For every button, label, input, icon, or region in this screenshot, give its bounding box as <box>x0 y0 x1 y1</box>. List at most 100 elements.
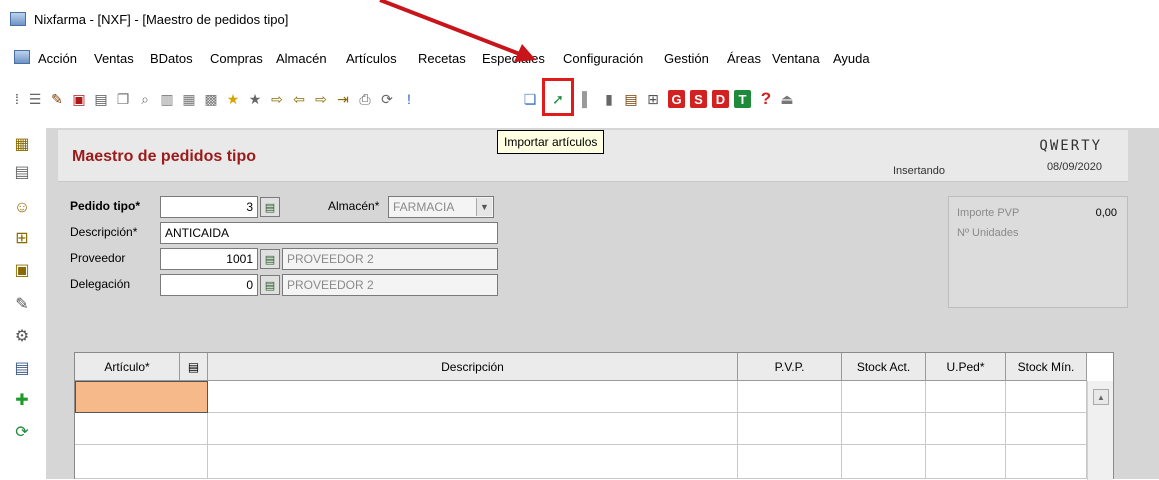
title-bar: Nixfarma - [NXF] - [Maestro de pedidos t… <box>0 0 1159 36</box>
col-articulo[interactable]: Artículo* <box>75 353 180 381</box>
copy-icon[interactable]: ❐ <box>114 90 132 108</box>
folder-icon[interactable]: ▦ <box>12 134 32 154</box>
info-icon[interactable]: ǃ <box>400 90 418 108</box>
pedido-tipo-field[interactable]: 3 <box>160 196 258 218</box>
pen-icon[interactable]: ✎ <box>12 294 32 314</box>
menu-recetas[interactable]: Recetas <box>418 51 466 66</box>
col-uped[interactable]: U.Ped* <box>926 353 1006 381</box>
grid-icon[interactable]: ▩ <box>202 90 220 108</box>
grid-cell[interactable] <box>842 413 926 445</box>
star-add-icon[interactable]: ★ <box>224 90 242 108</box>
menu-articulos[interactable]: Artículos <box>346 51 397 66</box>
date-text: 08/09/2020 <box>1046 161 1102 173</box>
menu-ventas[interactable]: Ventas <box>94 51 134 66</box>
user-icon[interactable]: ☺ <box>12 198 32 218</box>
grid-cell[interactable] <box>75 445 208 479</box>
col-stock-min[interactable]: Stock Mín. <box>1006 353 1087 381</box>
s-button[interactable]: S <box>690 90 707 108</box>
almacen-select[interactable]: FARMACIA ▼ <box>388 196 494 218</box>
print-icon[interactable]: ▤ <box>92 90 110 108</box>
import-icon[interactable]: ⇥ <box>334 90 352 108</box>
d-button[interactable]: D <box>712 90 729 108</box>
menu-accion[interactable]: Acción <box>38 51 77 66</box>
grid-cell[interactable] <box>926 445 1006 479</box>
pharmacy-cross-icon[interactable]: ✚ <box>12 390 32 410</box>
menu-ventana[interactable]: Ventana <box>772 51 820 66</box>
help-button[interactable]: ? <box>757 89 775 108</box>
cart-icon[interactable]: ⊞ <box>644 90 662 108</box>
grid-cell[interactable] <box>1006 413 1087 445</box>
company-name: QWERTY <box>1039 138 1102 154</box>
scroll-up-icon[interactable]: ▲ <box>1093 389 1109 405</box>
grid-cell[interactable] <box>208 381 738 413</box>
list-icon[interactable]: ☰ <box>26 90 44 108</box>
left-sidebar: ▦ ▤ ☺ ⊞ ▣ ✎ ⚙ ▤ ✚ ⟳ <box>0 128 46 479</box>
search-icon[interactable]: ⌕ <box>136 90 154 108</box>
previous-icon[interactable]: ⇦ <box>290 90 308 108</box>
grid-cell[interactable] <box>738 381 842 413</box>
grid-cell-articulo-active[interactable] <box>75 381 208 413</box>
grid-cell[interactable] <box>738 445 842 479</box>
chevron-down-icon[interactable]: ▼ <box>476 198 492 216</box>
grid-cell[interactable] <box>738 413 842 445</box>
menu-almacen[interactable]: Almacén <box>276 51 327 66</box>
printer-icon[interactable]: ⎙ <box>356 90 374 108</box>
menu-areas[interactable]: Áreas <box>727 51 761 66</box>
delete-icon[interactable]: ▣ <box>70 90 88 108</box>
pedido-tipo-label: Pedido tipo* <box>70 199 140 213</box>
next-icon[interactable]: ⇨ <box>312 90 330 108</box>
documents-icon[interactable]: ❏ <box>521 90 539 108</box>
grid-cell[interactable] <box>208 413 738 445</box>
highlight-box <box>542 78 574 116</box>
window-title: Nixfarma - [NXF] - [Maestro de pedidos t… <box>34 12 289 27</box>
menu-compras[interactable]: Compras <box>210 51 263 66</box>
menu-bdatos[interactable]: BDatos <box>150 51 193 66</box>
delegacion-code-field[interactable]: 0 <box>160 274 258 296</box>
menu-configuracion[interactable]: Configuración <box>563 51 643 66</box>
proveedor-label: Proveedor <box>70 251 126 265</box>
totals-panel: Importe PVP 0,00 Nº Unidades <box>948 196 1128 308</box>
column-lookup-icon[interactable]: ▤ <box>180 353 208 381</box>
descripcion-field[interactable]: ANTICAIDA <box>160 222 498 244</box>
exit-icon[interactable]: ⏏ <box>778 90 796 108</box>
col-stock-act[interactable]: Stock Act. <box>842 353 926 381</box>
tooltip-importar-articulos: Importar artículos <box>497 130 605 154</box>
grid-cell[interactable] <box>75 413 208 445</box>
delegacion-lookup-icon[interactable]: ▤ <box>260 275 280 295</box>
col-descripcion[interactable]: Descripción <box>208 353 738 381</box>
menu-especiales[interactable]: Especiales <box>482 51 545 66</box>
pedido-lookup-icon[interactable]: ▤ <box>260 197 280 217</box>
export-icon[interactable]: ⇨ <box>268 90 286 108</box>
proveedor-lookup-icon[interactable]: ▤ <box>260 249 280 269</box>
table-icon[interactable]: ▦ <box>180 90 198 108</box>
box-icon[interactable]: ▣ <box>12 260 32 280</box>
notes-icon[interactable]: ▤ <box>622 90 640 108</box>
bar-icon[interactable]: ▮ <box>600 90 618 108</box>
vertical-scrollbar[interactable]: ▲ <box>1087 381 1113 480</box>
grid-cell[interactable] <box>208 445 738 479</box>
star-icon[interactable]: ★ <box>246 90 264 108</box>
t-button[interactable]: T <box>734 90 751 108</box>
filter-icon[interactable]: ▥ <box>158 90 176 108</box>
grid-cell[interactable] <box>926 413 1006 445</box>
sales-icon[interactable]: ▤ <box>12 162 32 182</box>
proveedor-code-field[interactable]: 1001 <box>160 248 258 270</box>
menu-gestion[interactable]: Gestión <box>664 51 709 66</box>
chart-icon[interactable]: ▌ <box>578 90 596 108</box>
edit-icon[interactable]: ✎ <box>48 90 66 108</box>
grid-cell[interactable] <box>1006 381 1087 413</box>
grid-cell[interactable] <box>926 381 1006 413</box>
g-button[interactable]: G <box>668 90 685 108</box>
col-pvp[interactable]: P.V.P. <box>738 353 842 381</box>
menu-ayuda[interactable]: Ayuda <box>833 51 870 66</box>
grid-cell[interactable] <box>842 445 926 479</box>
register-icon[interactable]: ▤ <box>12 358 32 378</box>
toolbar: ⁞ ☰ ✎ ▣ ▤ ❐ ⌕ ▥ ▦ ▩ ★ ★ ⇨ ⇦ ⇨ ⇥ ⎙ ⟳ ǃ ❏ … <box>0 84 900 114</box>
cart-side-icon[interactable]: ⊞ <box>12 228 32 248</box>
document-icon[interactable] <box>14 50 30 64</box>
grid-cell[interactable] <box>842 381 926 413</box>
grid-cell[interactable] <box>1006 445 1087 479</box>
settings-icon[interactable]: ⚙ <box>12 326 32 346</box>
sync-icon[interactable]: ⟳ <box>12 422 32 442</box>
refresh-icon[interactable]: ⟳ <box>378 90 396 108</box>
